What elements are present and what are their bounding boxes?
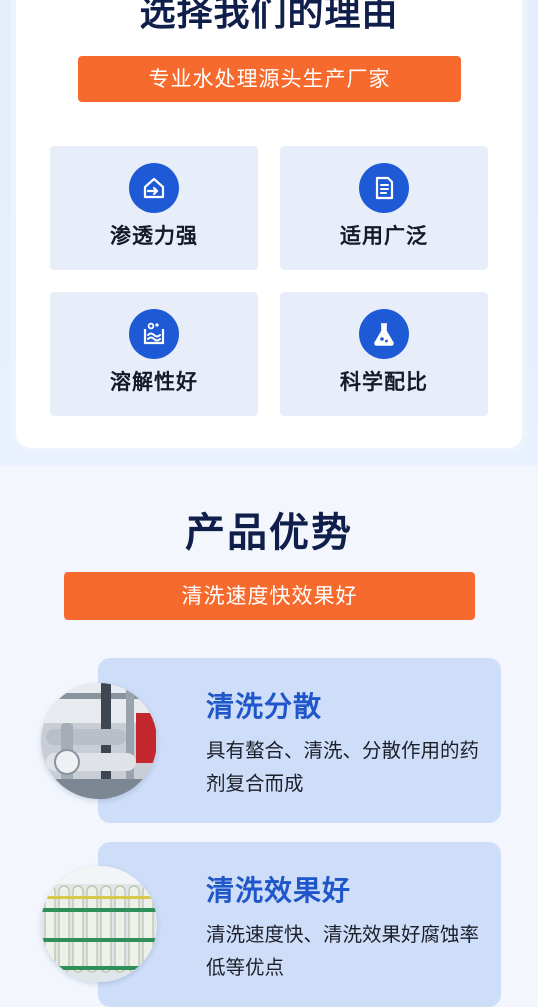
- advantage-card-dispersion: 清洗分散 具有螯合、清洗、分散作用的药剂复合而成: [98, 658, 501, 823]
- reasons-section: 选择我们的理由 专业水处理源头生产厂家 渗透力强 适用广泛 溶解性好 科学配比: [0, 0, 538, 466]
- dissolve-water-icon: [129, 309, 179, 359]
- feature-card-formula: 科学配比: [280, 292, 488, 416]
- ro-membrane-rack-photo: [41, 866, 157, 982]
- house-arrow-icon: [129, 163, 179, 213]
- flask-icon: [359, 309, 409, 359]
- industrial-pipes-photo: [41, 683, 157, 799]
- feature-card-solubility: 溶解性好: [50, 292, 258, 416]
- advantage-card-desc: 清洗速度快、清洗效果好腐蚀率低等优点: [206, 923, 480, 979]
- reasons-title: 选择我们的理由: [139, 0, 399, 34]
- advantage-card-title: 清洗效果好: [206, 874, 352, 907]
- feature-label: 溶解性好: [110, 370, 198, 394]
- feature-label: 适用广泛: [340, 224, 428, 248]
- advantages-title: 产品优势: [185, 510, 353, 556]
- feature-label: 科学配比: [340, 370, 428, 394]
- feature-card-versatile: 适用广泛: [280, 146, 488, 270]
- feature-card-penetration: 渗透力强: [50, 146, 258, 270]
- advantage-card-title: 清洗分散: [206, 690, 323, 723]
- advantages-banner: 清洗速度快效果好: [64, 572, 475, 620]
- feature-label: 渗透力强: [110, 224, 198, 248]
- reasons-banner: 专业水处理源头生产厂家: [78, 56, 461, 102]
- document-icon: [359, 163, 409, 213]
- advantage-card-effect: 清洗效果好 清洗速度快、清洗效果好腐蚀率低等优点: [98, 842, 501, 1007]
- advantage-card-desc: 具有螯合、清洗、分散作用的药剂复合而成: [206, 739, 480, 795]
